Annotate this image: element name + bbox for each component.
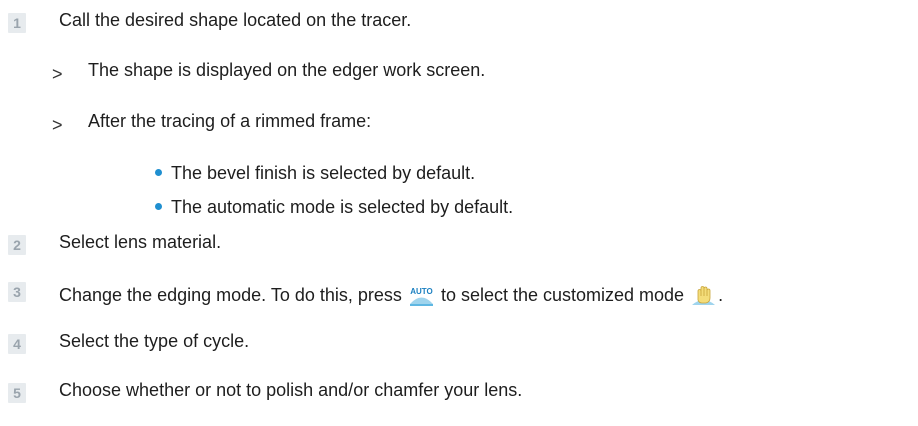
step-number: 4 — [8, 334, 26, 354]
bullet-text: The automatic mode is selected by defaul… — [171, 197, 514, 217]
result-text: The shape is displayed on the edger work… — [88, 60, 486, 80]
bullet-dot — [155, 203, 162, 210]
result-marker: > — [52, 64, 63, 84]
bullet-text: The bevel finish is selected by default. — [171, 163, 476, 183]
step-text-after: . — [718, 285, 724, 305]
step-text-middle: to select the customized mode — [440, 285, 685, 305]
step-text: Call the desired shape located on the tr… — [59, 10, 412, 30]
auto-mode-icon: AUTO — [409, 284, 434, 307]
step-number: 3 — [8, 282, 26, 302]
step-number: 5 — [8, 383, 26, 403]
hand-icon — [691, 284, 716, 307]
result-marker: > — [52, 115, 63, 135]
result-text: After the tracing of a rimmed frame: — [88, 111, 372, 131]
step-text: Choose whether or not to polish and/or c… — [59, 380, 523, 400]
step-text-before: Change the edging mode. To do this, pres… — [59, 285, 402, 305]
step-number: 2 — [8, 235, 26, 255]
step-number: 1 — [8, 13, 26, 33]
bullet-dot — [155, 169, 162, 176]
step-text: Select the type of cycle. — [59, 331, 250, 351]
step-text: Change the edging mode. To do this, pres… — [59, 283, 723, 307]
step-text: Select lens material. — [59, 232, 222, 252]
auto-icon-label: AUTO — [410, 287, 433, 296]
